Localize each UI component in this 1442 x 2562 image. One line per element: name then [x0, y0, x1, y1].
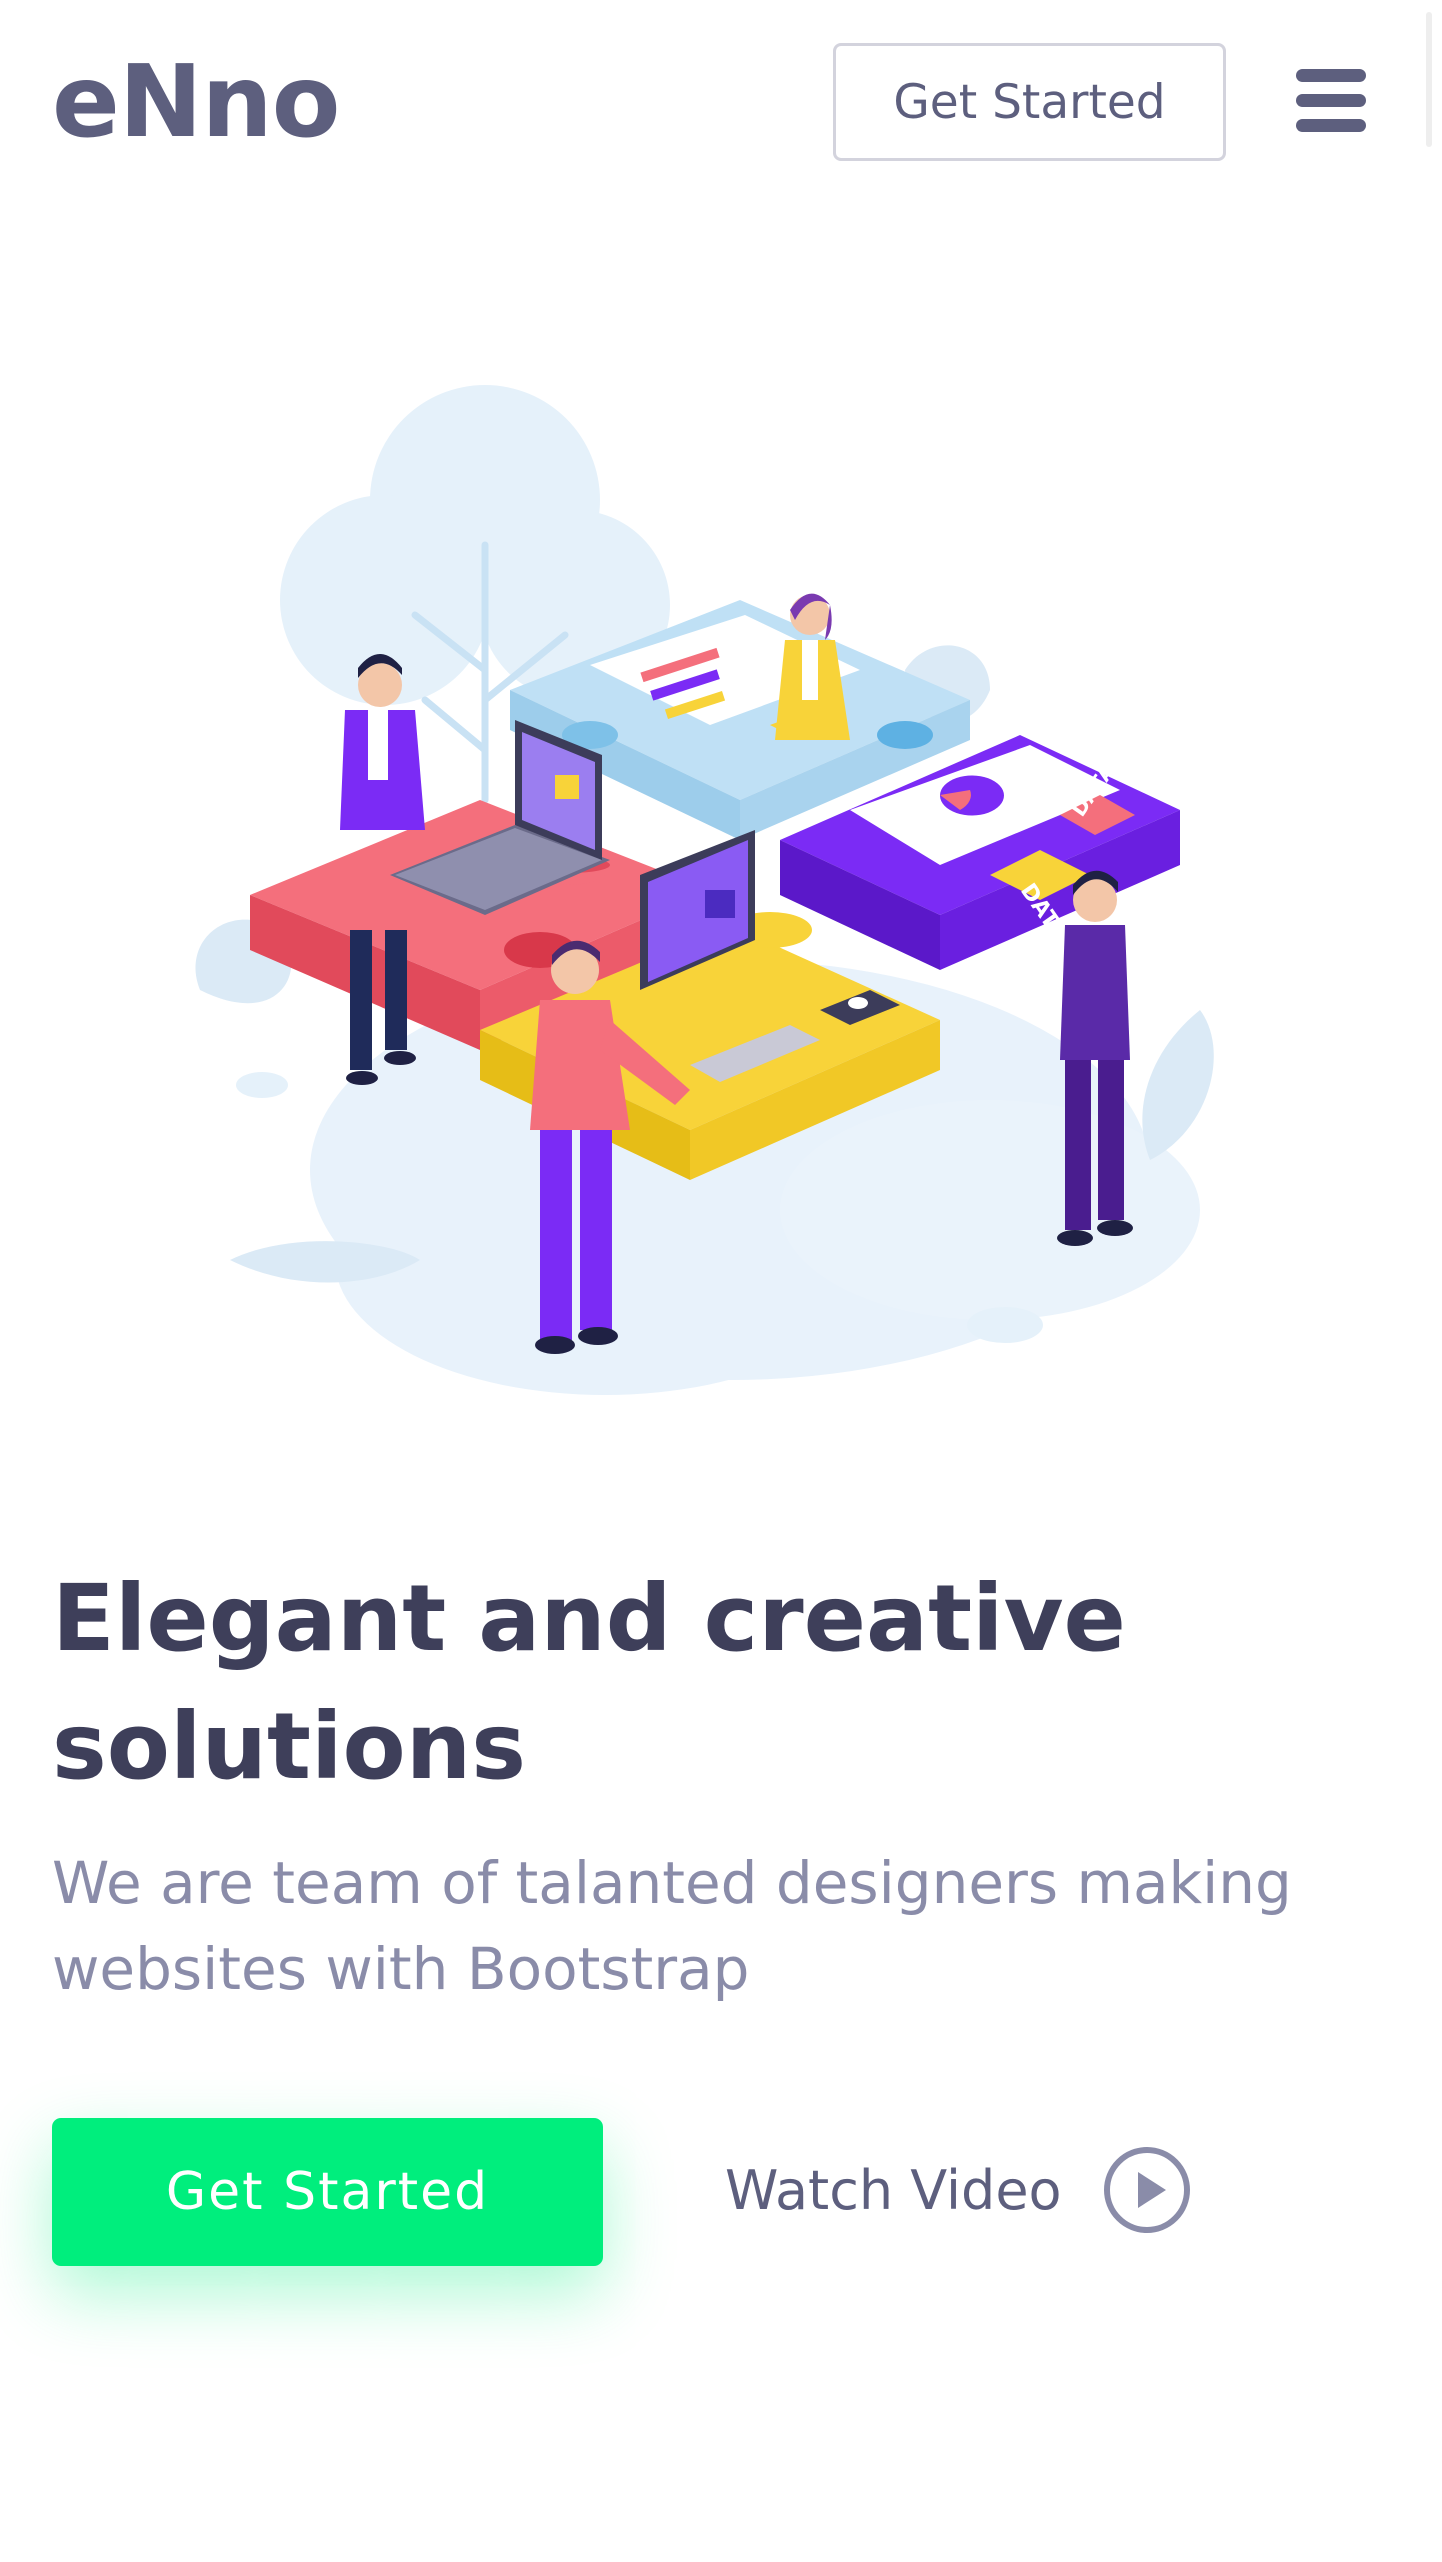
menu-bar: [1296, 119, 1366, 132]
header-get-started-button[interactable]: Get Started: [833, 43, 1226, 161]
site-header: eNno Get Started: [0, 0, 1442, 200]
play-circle-icon[interactable]: [1102, 2145, 1192, 2235]
watch-video-label: Watch Video: [725, 2158, 1062, 2222]
team-puzzle-illustration: DATA DATA: [195, 385, 1214, 1395]
get-started-button[interactable]: Get Started: [52, 2118, 603, 2266]
scrollbar-edge: [1426, 12, 1432, 147]
hero-subtitle: We are team of talanted designers making…: [52, 1849, 1292, 2003]
hamburger-menu-icon[interactable]: [1290, 65, 1370, 135]
menu-bar: [1296, 69, 1366, 82]
person-top-icon: [775, 593, 850, 740]
watch-video-link[interactable]: Watch Video: [725, 2140, 1192, 2240]
hero-title: Elegant and creative solutions: [52, 1565, 1126, 1800]
site-logo[interactable]: eNno: [52, 42, 340, 162]
menu-bar: [1296, 94, 1366, 107]
